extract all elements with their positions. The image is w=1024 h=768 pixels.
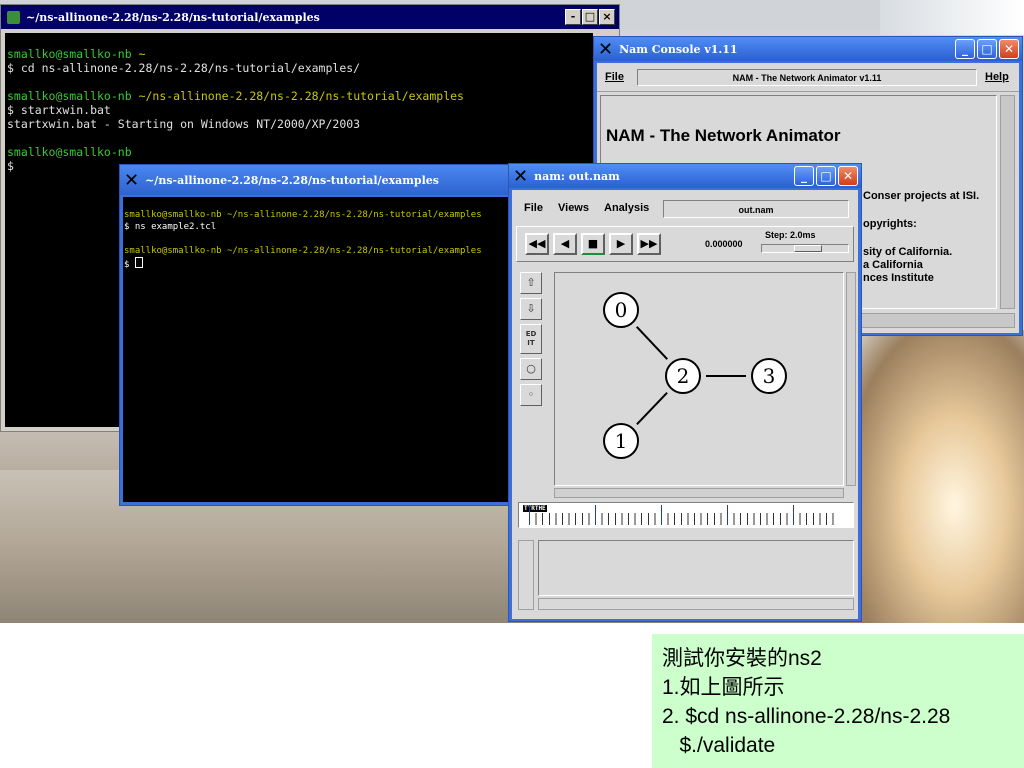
node-label-3: 3: [763, 364, 776, 388]
close-button[interactable]: ×: [599, 9, 615, 25]
filename-display: out.nam: [663, 200, 849, 218]
link-1-2[interactable]: [636, 391, 668, 426]
caption-box: 測試你安裝的ns2 1.如上圖所示 2. $cd ns-allinone-2.2…: [652, 634, 1024, 768]
nam-console-titlebar[interactable]: ✕ Nam Console v1.11 _ □ ✕: [594, 37, 1022, 61]
prompt-line: smallko@smallko-nb ~: [7, 47, 146, 61]
vertical-scrollbar[interactable]: [846, 272, 856, 486]
prompt-line: smallko@smallko-nb ~/ns-allinone-2.28/ns…: [124, 246, 482, 256]
caption-line: $./validate: [662, 734, 776, 757]
vertical-scrollbar[interactable]: [518, 540, 534, 610]
caption-line: 測試你安裝的ns2: [662, 647, 822, 670]
maximize-button[interactable]: □: [582, 9, 598, 25]
maximize-button[interactable]: □: [816, 166, 836, 186]
node-label-0: 0: [615, 298, 628, 322]
play-backward-button[interactable]: ◀: [553, 233, 577, 255]
horizontal-scrollbar[interactable]: [554, 488, 844, 498]
xterm-title: ~/ns-allinone-2.28/ns-2.28/ns-tutorial/e…: [145, 173, 439, 187]
console-text-fragment: sity of California.: [863, 246, 953, 258]
annotation-panel[interactable]: [538, 540, 854, 596]
nam-title: nam: out.nam: [534, 169, 620, 183]
step-slider-handle[interactable]: [794, 245, 822, 252]
circle-large-icon[interactable]: ○: [520, 358, 542, 380]
xterm-output[interactable]: smallko@smallko-nb ~/ns-allinone-2.28/ns…: [123, 197, 513, 502]
menu-file[interactable]: File: [605, 71, 624, 83]
edit-button[interactable]: ED IT: [520, 324, 542, 354]
command-line: $: [124, 257, 513, 270]
nam-console-title: Nam Console v1.11: [619, 42, 738, 56]
rewind-button[interactable]: ◀◀: [525, 233, 549, 255]
command-line: $ startxwin.bat: [7, 103, 111, 117]
cygwin-title: ~/ns-allinone-2.28/ns-2.28/ns-tutorial/e…: [26, 10, 320, 24]
step-label: Step: 2.0ms: [765, 230, 816, 240]
time-major-ticks: [529, 505, 839, 525]
cygwin-titlebar[interactable]: ~/ns-allinone-2.28/ns-2.28/ns-tutorial/e…: [1, 5, 619, 29]
x-logo-icon: ✕: [124, 169, 140, 191]
prompt-line: smallko@smallko-nb ~/ns-allinone-2.28/ns…: [124, 210, 482, 220]
output-line: startxwin.bat - Starting on Windows NT/2…: [7, 117, 361, 131]
playback-controls: ◀◀ ◀ ■ ▶ ▶▶ 0.000000 Step: 2.0ms: [516, 226, 854, 262]
zoom-in-icon[interactable]: ⇧: [520, 272, 542, 294]
nam-console-heading: NAM - The Network Animator: [606, 126, 841, 145]
vertical-scrollbar[interactable]: [1000, 95, 1015, 309]
command-line: $ cd ns-allinone-2.28/ns-2.28/ns-tutoria…: [7, 61, 361, 75]
circle-small-icon[interactable]: ◦: [520, 384, 542, 406]
nam-console-menubar: File NAM - The Network Animator v1.11 He…: [597, 65, 1019, 92]
console-text-fragment: nces Institute: [863, 272, 934, 284]
prompt-line: smallko@smallko-nb: [7, 145, 132, 159]
xterm-titlebar[interactable]: ✕ ~/ns-allinone-2.28/ns-2.28/ns-tutorial…: [120, 165, 516, 195]
command-line: $ ns example2.tcl: [124, 222, 217, 232]
console-text-fragment: opyrights:: [863, 218, 917, 230]
fast-forward-button[interactable]: ▶▶: [637, 233, 661, 255]
menu-views[interactable]: Views: [558, 202, 589, 214]
desktop-streak: [880, 0, 1024, 35]
close-button[interactable]: ✕: [838, 166, 858, 186]
desktop-light: [850, 330, 1024, 623]
horizontal-scrollbar[interactable]: [538, 598, 854, 610]
stop-button[interactable]: ■: [581, 233, 605, 255]
maximize-button[interactable]: □: [977, 39, 997, 59]
nam-console-header: NAM - The Network Animator v1.11: [637, 69, 977, 86]
node-label-1: 1: [615, 429, 628, 453]
nam-menubar: File Views Analysis out.nam: [512, 192, 858, 222]
cygwin-icon: [7, 10, 20, 24]
menu-file[interactable]: File: [524, 202, 543, 214]
xterm-window[interactable]: ✕ ~/ns-allinone-2.28/ns-2.28/ns-tutorial…: [119, 164, 517, 506]
nam-body: File Views Analysis out.nam ◀◀ ◀ ■ ▶ ▶▶ …: [512, 190, 858, 619]
minimize-button[interactable]: _: [794, 166, 814, 186]
console-text-fragment: a California: [863, 259, 923, 271]
time-slider[interactable]: TTRTHE: [518, 502, 854, 528]
minimize-button[interactable]: -: [565, 9, 581, 25]
menu-analysis[interactable]: Analysis: [604, 202, 649, 214]
text-cursor: [134, 257, 143, 268]
topology-graph: 0 2 3 1: [603, 292, 787, 459]
console-text-fragment: Conser projects at ISI.: [863, 190, 980, 202]
node-label-2: 2: [677, 364, 690, 388]
x-logo-icon: ✕: [513, 165, 529, 187]
close-button[interactable]: ✕: [999, 39, 1019, 59]
play-forward-button[interactable]: ▶: [609, 233, 633, 255]
nam-window[interactable]: ✕ nam: out.nam _ □ ✕ File Views Analysis…: [508, 163, 862, 622]
step-slider[interactable]: [761, 244, 849, 253]
x-logo-icon: ✕: [598, 38, 614, 60]
tool-column: ⇧ ⇩ ED IT ○ ◦: [520, 272, 548, 410]
minimize-button[interactable]: _: [955, 39, 975, 59]
link-0-2[interactable]: [636, 326, 668, 360]
zoom-out-icon[interactable]: ⇩: [520, 298, 542, 320]
caption-line: 2. $cd ns-allinone-2.28/ns-2.28: [662, 705, 951, 728]
menu-help[interactable]: Help: [985, 71, 1009, 83]
prompt-line: smallko@smallko-nb ~/ns-allinone-2.28/ns…: [7, 89, 464, 103]
time-display: 0.000000: [705, 239, 743, 249]
nam-titlebar[interactable]: ✕ nam: out.nam _ □ ✕: [509, 164, 861, 188]
caption-line: 1.如上圖所示: [662, 676, 785, 699]
network-canvas[interactable]: 0 2 3 1: [554, 272, 844, 486]
